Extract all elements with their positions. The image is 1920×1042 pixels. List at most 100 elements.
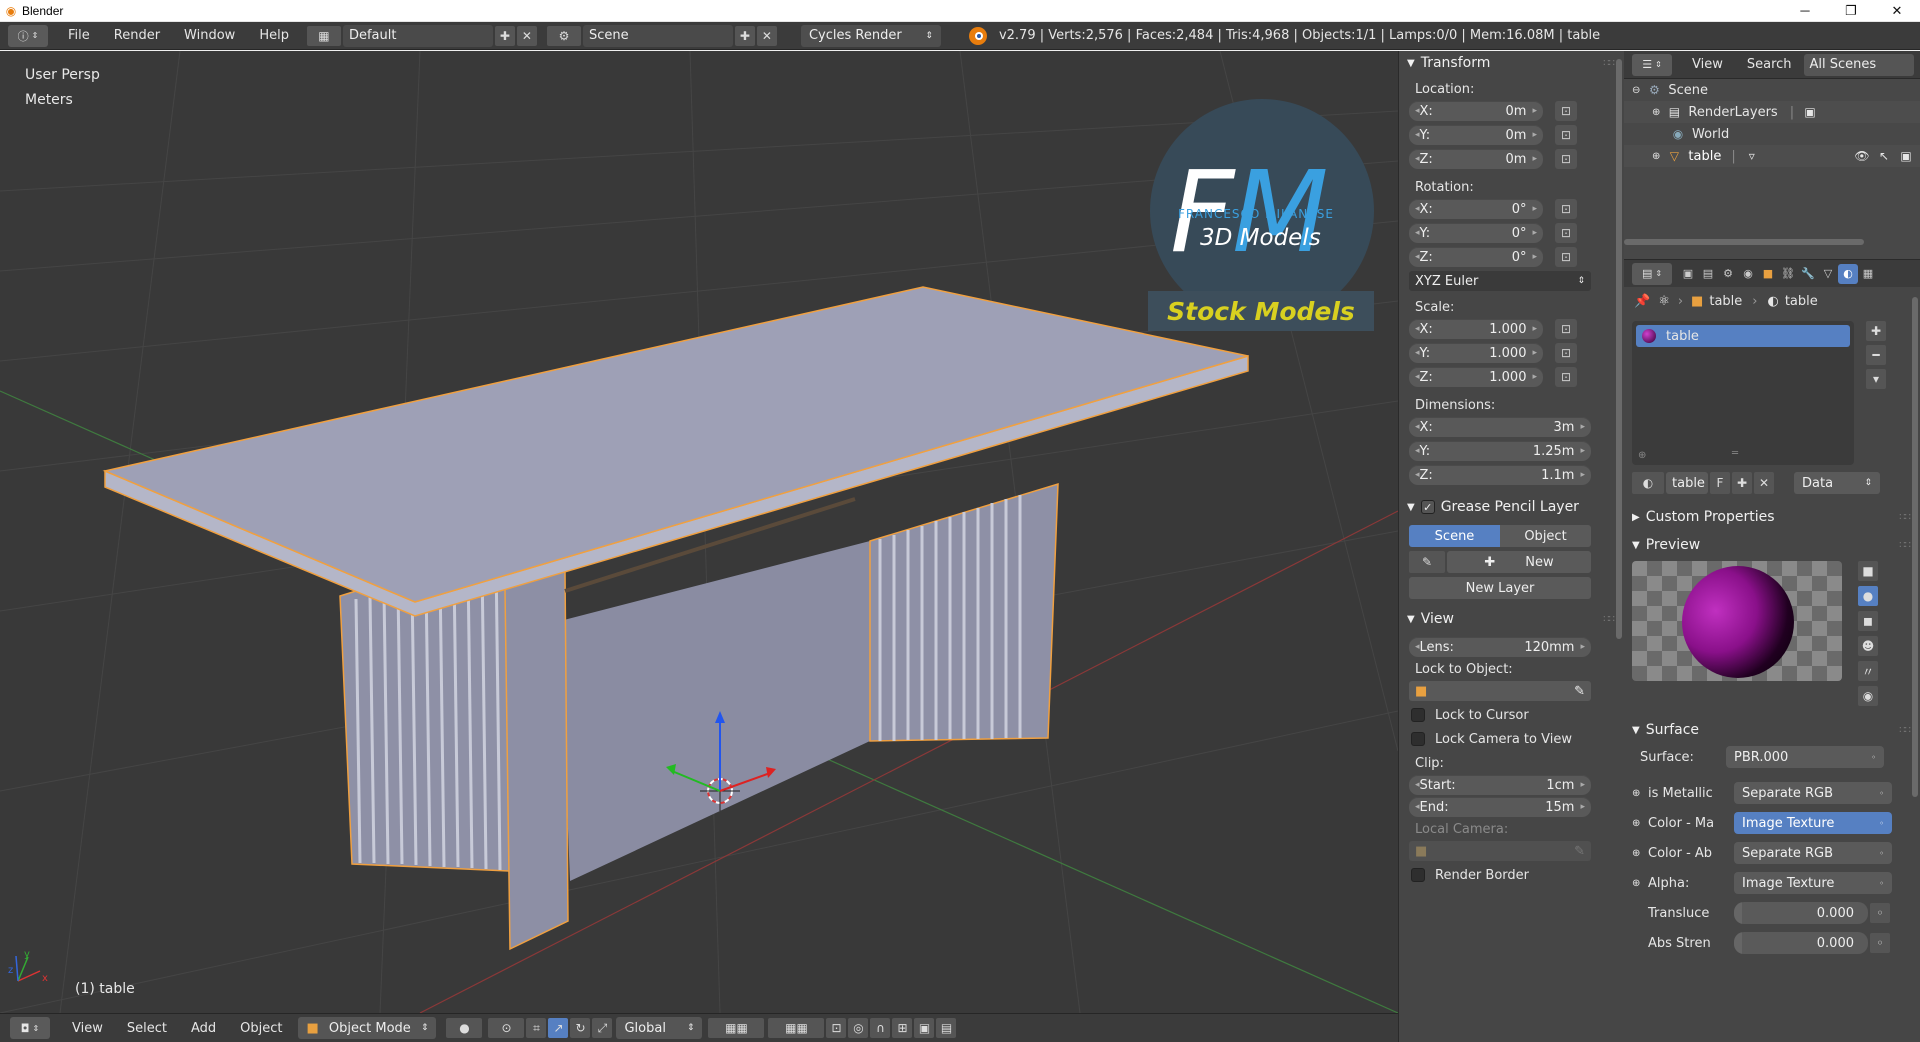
- menu-help[interactable]: Help: [247, 28, 301, 43]
- lock-icon[interactable]: ⊡: [1555, 149, 1577, 169]
- translucence-slider[interactable]: 0.000: [1734, 902, 1868, 924]
- drag-grip-icon[interactable]: ∷∷: [1603, 58, 1615, 69]
- render-engine-dropdown[interactable]: Cycles Render ⇕: [800, 24, 941, 47]
- lock-icon[interactable]: ⊡: [1555, 101, 1577, 121]
- lock-cursor-option[interactable]: Lock to Cursor: [1399, 703, 1624, 727]
- pin-icon[interactable]: 📌: [1634, 294, 1650, 309]
- cursor-select-icon[interactable]: ↖: [1876, 148, 1892, 164]
- minimize-button[interactable]: ─: [1782, 0, 1828, 22]
- sidebar-scrollbar[interactable]: [1616, 59, 1622, 639]
- table-object[interactable]: [102, 286, 1249, 951]
- menu-add[interactable]: Add: [179, 1021, 228, 1036]
- menu-render[interactable]: Render: [102, 28, 172, 43]
- constraints-tab-icon[interactable]: ⛓: [1778, 264, 1798, 284]
- material-slot-item[interactable]: table: [1636, 325, 1850, 347]
- tab-object[interactable]: Object: [1500, 525, 1591, 547]
- drag-grip-icon[interactable]: ∷∷: [1899, 725, 1911, 736]
- screen-layout-selector[interactable]: ▦: [306, 25, 341, 46]
- display-mode-dropdown[interactable]: All Scenes: [1803, 53, 1914, 76]
- expand-icon[interactable]: ⊕: [1632, 878, 1648, 889]
- clip-end-field[interactable]: ◂ End: 15m ▸: [1409, 797, 1591, 817]
- preview-flat-icon[interactable]: ■: [1858, 561, 1878, 581]
- drag-grip-icon[interactable]: ∷∷: [1603, 614, 1615, 625]
- preview-sphere-icon[interactable]: ●: [1858, 586, 1878, 606]
- texture-tab-icon[interactable]: ▦: [1858, 264, 1878, 284]
- eyedropper-icon[interactable]: ✎: [1574, 684, 1585, 699]
- lock-icon[interactable]: ⊡: [1555, 125, 1577, 145]
- rotation-z-field[interactable]: ◂ Z: 0° ▸: [1409, 247, 1543, 267]
- unlink-material-button[interactable]: ✕: [1754, 472, 1774, 494]
- scale-manipulator[interactable]: ⤢: [592, 1018, 613, 1038]
- scene-tab-icon[interactable]: ⚙: [1718, 264, 1738, 284]
- menu-file[interactable]: File: [56, 28, 102, 43]
- rotate-manipulator[interactable]: ↻: [570, 1018, 591, 1038]
- pencil-icon[interactable]: ✎: [1409, 551, 1445, 573]
- scene-name[interactable]: Scene: [582, 24, 733, 47]
- dimension-y-field[interactable]: ◂ Y: 1.25m ▸: [1409, 441, 1591, 461]
- add-screen-button[interactable]: ✚: [494, 25, 515, 46]
- browse-material-button[interactable]: ◐: [1632, 472, 1664, 494]
- surface-node-button[interactable]: PBR.000 ◦: [1726, 746, 1884, 768]
- expand-icon[interactable]: ⊕: [1632, 818, 1648, 829]
- location-x-field[interactable]: ◂ X: 0m ▸: [1409, 101, 1543, 121]
- lock-icon[interactable]: ⊡: [1555, 247, 1577, 267]
- opengl-anim-button[interactable]: ▤: [936, 1018, 957, 1038]
- remove-slot-button[interactable]: ━: [1866, 345, 1886, 365]
- material-name-field[interactable]: table: [1666, 472, 1708, 494]
- shading-dropdown[interactable]: ●: [446, 1018, 483, 1038]
- viewport-scene[interactable]: x y z F M: [0, 51, 1398, 1013]
- lock-icon[interactable]: ⊡: [1555, 367, 1577, 387]
- maximize-button[interactable]: ❐: [1828, 0, 1874, 22]
- clip-start-field[interactable]: ◂ Start: 1cm ▸: [1409, 775, 1591, 795]
- location-z-field[interactable]: ◂ Z: 0m ▸: [1409, 149, 1543, 169]
- transform-panel-header[interactable]: ▼ Transform ∷∷: [1399, 51, 1624, 75]
- material-slot-list[interactable]: table ⊕ ═: [1632, 321, 1854, 465]
- menu-view[interactable]: View: [60, 1021, 115, 1036]
- menu-search[interactable]: Search: [1735, 57, 1804, 72]
- outliner-h-scrollbar[interactable]: [1624, 239, 1864, 245]
- menu-window[interactable]: Window: [172, 28, 247, 43]
- preview-header[interactable]: ▼ Preview ∷∷: [1624, 533, 1920, 557]
- 3d-viewport[interactable]: x y z F M User Persp Meters (1) table FR…: [0, 51, 1398, 1013]
- menu-select[interactable]: Select: [115, 1021, 179, 1036]
- lock-icon[interactable]: ⊡: [1555, 199, 1577, 219]
- editor-type-selector[interactable]: ▤ ⇕: [1632, 262, 1672, 285]
- menu-object[interactable]: Object: [228, 1021, 294, 1036]
- material-tab-icon[interactable]: ◐: [1838, 263, 1858, 284]
- collapse-icon[interactable]: ⊖: [1632, 85, 1640, 96]
- data-tab-icon[interactable]: ▽: [1818, 264, 1838, 284]
- add-slot-button[interactable]: ✚: [1866, 321, 1886, 341]
- render-border-checkbox[interactable]: [1411, 868, 1425, 882]
- rotation-x-field[interactable]: ◂ X: 0° ▸: [1409, 199, 1543, 219]
- lock-icon[interactable]: ⊡: [1555, 319, 1577, 339]
- new-grease-pencil-button[interactable]: ✚ New: [1447, 551, 1591, 573]
- outliner-item-world[interactable]: ◉ World: [1624, 123, 1920, 145]
- editor-type-selector[interactable]: ⓘ ⇕: [8, 24, 48, 47]
- new-layer-button[interactable]: New Layer: [1409, 577, 1591, 599]
- node-link-icon[interactable]: ◦: [1870, 933, 1890, 953]
- lock-layers-button[interactable]: ⊡: [826, 1018, 847, 1038]
- camera-render-icon[interactable]: ▣: [1898, 148, 1914, 164]
- pivot-dropdown[interactable]: ⊙: [488, 1018, 525, 1038]
- rotation-mode-dropdown[interactable]: XYZ Euler ⇕: [1409, 271, 1591, 291]
- eye-icon[interactable]: 👁: [1854, 148, 1870, 164]
- screen-layout-name[interactable]: Default: [342, 24, 493, 47]
- scale-x-field[interactable]: ◂ X: 1.000 ▸: [1409, 319, 1543, 339]
- mode-dropdown[interactable]: ■ Object Mode ⇕: [298, 1017, 437, 1039]
- color-ab-input-button[interactable]: Separate RGB ◦: [1734, 842, 1892, 864]
- outliner-item-renderlayers[interactable]: ⊕ ▤ RenderLayers | ▣: [1624, 101, 1920, 123]
- location-y-field[interactable]: ◂ Y: 0m ▸: [1409, 125, 1543, 145]
- dimension-z-field[interactable]: ◂ Z: 1.1m ▸: [1409, 465, 1591, 485]
- surface-header[interactable]: ▼ Surface ∷∷: [1624, 718, 1920, 742]
- delete-scene-button[interactable]: ✕: [756, 25, 777, 46]
- layer-buttons-1[interactable]: ▦▦: [708, 1018, 765, 1038]
- editor-type-selector[interactable]: ◘ ⇕: [10, 1017, 50, 1039]
- link-dropdown[interactable]: Data ⇕: [1794, 472, 1880, 494]
- add-icon[interactable]: ⊕: [1638, 450, 1646, 461]
- add-scene-button[interactable]: ✚: [734, 25, 755, 46]
- orientation-dropdown[interactable]: Global ⇕: [616, 1017, 703, 1039]
- lock-icon[interactable]: ⊡: [1555, 223, 1577, 243]
- outliner-item-table[interactable]: ⊕ ▽ table | ▿ 👁 ↖ ▣: [1624, 145, 1920, 167]
- expand-icon[interactable]: ⊕: [1632, 848, 1648, 859]
- drag-grip-icon[interactable]: ∷∷: [1899, 540, 1911, 551]
